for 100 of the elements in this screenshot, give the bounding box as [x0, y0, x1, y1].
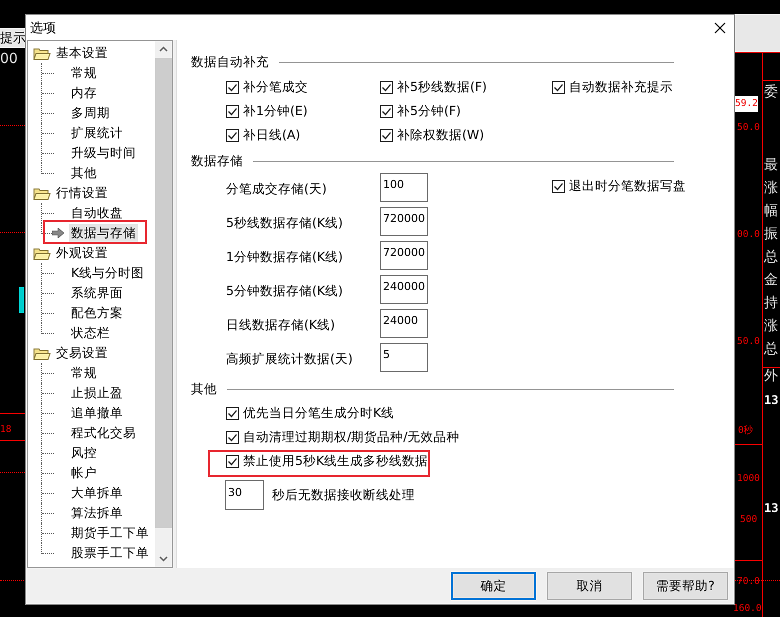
chart-label: 总: [764, 341, 778, 357]
chart-label: 振: [764, 226, 778, 242]
chart-label: 0秒: [738, 424, 754, 438]
tree-item[interactable]: 配色方案: [69, 304, 125, 322]
input-field[interactable]: 100: [380, 173, 428, 202]
checkbox-label: 补日线(A): [243, 126, 300, 144]
chart-label: 500: [740, 513, 758, 527]
folder-icon: [33, 47, 51, 60]
tree-group[interactable]: 基本设置: [54, 44, 110, 62]
tree-item[interactable]: K线与分时图: [69, 264, 146, 282]
chart-label: 幅: [764, 203, 778, 219]
close-icon[interactable]: [714, 22, 726, 34]
folder-icon: [33, 187, 51, 200]
input-field[interactable]: 720000: [380, 241, 428, 270]
tree-item[interactable]: 系统界面: [69, 284, 125, 302]
checkbox-label: 优先当日分笔生成分时K线: [243, 404, 394, 422]
checkbox[interactable]: [226, 430, 239, 444]
tree-item[interactable]: 期货手工下单: [69, 524, 151, 542]
chart-label: 160.0: [733, 602, 762, 616]
section-title: 数据存储: [191, 152, 243, 170]
checkbox[interactable]: [226, 406, 239, 420]
chart-label: 外: [764, 368, 778, 384]
checkbox-label: 退出时分笔数据写盘: [569, 178, 686, 194]
tree-item[interactable]: 股票手工下单: [69, 544, 151, 562]
scrollbar[interactable]: [155, 41, 172, 567]
tree-item[interactable]: 其他: [69, 164, 99, 182]
checkbox[interactable]: [226, 104, 239, 118]
volume-bar: [19, 287, 24, 313]
field-label: 高频扩展统计数据(天): [226, 350, 354, 368]
tree-item[interactable]: 算法拆单: [69, 504, 125, 522]
chart-label: 59.2: [735, 96, 758, 112]
input-field[interactable]: 5: [380, 343, 428, 372]
tree-item[interactable]: 风控: [69, 444, 99, 462]
checkbox[interactable]: [226, 128, 239, 142]
checkbox-label: 补5秒线数据(F): [397, 78, 487, 96]
tree-item[interactable]: 内存: [69, 84, 99, 102]
chart-label: 总: [764, 249, 778, 265]
input-field[interactable]: 30: [225, 480, 264, 510]
chart-label: 涨: [764, 180, 778, 196]
chevron-down-icon[interactable]: [159, 556, 168, 562]
tree-item[interactable]: 自动收盘: [69, 204, 125, 222]
section-title: 数据自动补充: [191, 54, 269, 70]
checkbox-label: 补5分钟(F): [397, 102, 461, 120]
chart-label: 00: [0, 51, 18, 67]
dialog-button[interactable]: 确定: [451, 572, 536, 600]
tree-item[interactable]: 升级与时间: [69, 144, 138, 162]
checkbox-label: 补1分钟(E): [243, 102, 308, 120]
checkbox-label: 自动数据补充提示: [569, 78, 673, 96]
tree-item[interactable]: 大单拆单: [69, 484, 125, 502]
tree-item[interactable]: 状态栏: [69, 324, 112, 342]
dialog-button[interactable]: 需要帮助?: [643, 572, 728, 600]
tree-item[interactable]: 追单撤单: [69, 404, 125, 422]
section-title: 其他: [191, 380, 217, 398]
checkbox[interactable]: [380, 80, 393, 94]
tree-item[interactable]: 常规: [69, 64, 99, 82]
tree-item[interactable]: 帐户: [69, 464, 99, 482]
window-title: 选项: [30, 20, 56, 36]
chart-label: 13: [764, 500, 778, 516]
arrow-icon: [52, 228, 64, 238]
input-field[interactable]: 240000: [380, 275, 428, 304]
chart-label: 金: [764, 272, 778, 288]
field-label: 日线数据存储(K线): [226, 316, 336, 334]
input-field[interactable]: 720000: [380, 207, 428, 236]
checkbox[interactable]: [226, 80, 239, 94]
chart-label: 70.0: [737, 575, 760, 589]
chart-label: 18: [0, 423, 12, 437]
tree-item[interactable]: 止损止盈: [69, 384, 125, 402]
chevron-up-icon[interactable]: [159, 46, 168, 52]
checkbox[interactable]: [552, 180, 565, 192]
field-label: 分笔成交存储(天): [226, 180, 328, 198]
chart-label: 50.0: [737, 121, 760, 135]
tree-item[interactable]: 程式化交易: [69, 424, 138, 442]
dialog-button[interactable]: 取消: [547, 572, 632, 600]
chart-label: 50.0: [737, 335, 760, 349]
field-label: 秒后无数据接收断线处理: [272, 486, 415, 504]
chart-label: 13: [764, 392, 778, 408]
chart-label: 00.0: [737, 228, 760, 242]
tree-item[interactable]: 多周期: [69, 104, 112, 122]
tree-group[interactable]: 外观设置: [54, 244, 110, 262]
tree-item[interactable]: 数据与存储: [69, 224, 138, 242]
checkbox-label: 禁止使用5秒K线生成多秒线数据: [243, 452, 428, 470]
tree-item[interactable]: 常规: [69, 364, 99, 382]
tree-group[interactable]: 行情设置: [54, 184, 110, 202]
field-label: 5秒线数据存储(K线): [226, 214, 344, 232]
checkbox[interactable]: [226, 454, 239, 468]
tree-item[interactable]: 扩展统计: [69, 124, 125, 142]
chart-label: 1000: [737, 472, 760, 486]
input-field[interactable]: 24000: [380, 309, 428, 338]
tree-group[interactable]: 交易设置: [54, 344, 110, 362]
checkbox[interactable]: [380, 128, 393, 142]
checkbox-label: 自动清理过期期权/期货品种/无效品种: [243, 428, 460, 446]
chart-label: 委: [764, 84, 778, 100]
chart-label: 持: [764, 295, 778, 311]
checkbox-label: 补除权数据(W): [397, 126, 484, 144]
checkbox[interactable]: [380, 104, 393, 118]
checkbox[interactable]: [552, 80, 565, 94]
chart-label: 涨: [764, 318, 778, 334]
folder-icon: [33, 347, 51, 360]
folder-icon: [33, 247, 51, 260]
chart-label: 最: [764, 157, 778, 173]
